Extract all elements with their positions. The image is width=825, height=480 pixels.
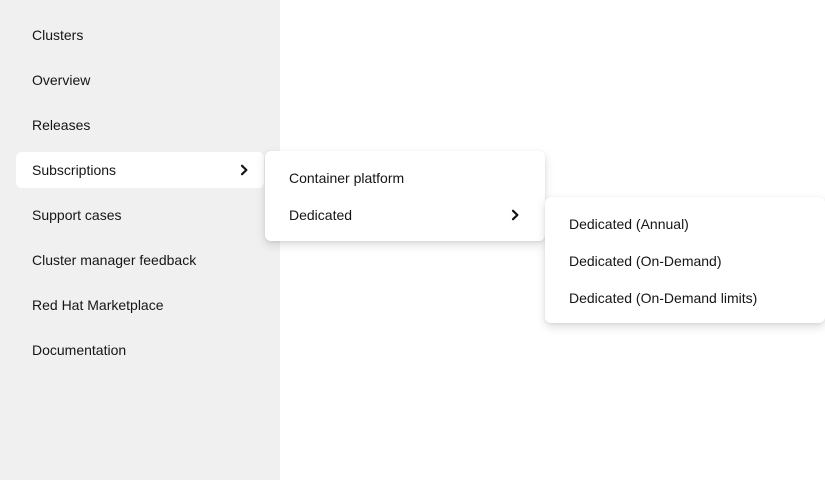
sidebar-item-documentation[interactable]: Documentation (16, 332, 264, 368)
flyout-item-label: Dedicated (On-Demand) (569, 252, 722, 269)
sidebar-item-releases[interactable]: Releases (16, 107, 264, 143)
sidebar-item-label: Documentation (32, 342, 127, 358)
sidebar-item-label: Releases (32, 117, 91, 133)
sidebar-item-subscriptions[interactable]: Subscriptions (16, 152, 264, 188)
sidebar-item-cluster-manager-feedback[interactable]: Cluster manager feedback (16, 242, 264, 278)
sidebar-item-clusters[interactable]: Clusters (16, 17, 264, 53)
flyout-item-dedicated-on-demand[interactable]: Dedicated (On-Demand) (545, 242, 825, 279)
flyout-item-dedicated-on-demand-limits[interactable]: Dedicated (On-Demand limits) (545, 279, 825, 316)
chevron-right-icon (240, 164, 248, 176)
submenu-item-label: Dedicated (289, 206, 353, 223)
sidebar-item-label: Clusters (32, 27, 84, 43)
subscriptions-submenu: Container platform Dedicated (265, 151, 545, 241)
submenu-item-container-platform[interactable]: Container platform (265, 159, 545, 196)
dedicated-flyout-menu: Dedicated (Annual) Dedicated (On-Demand)… (545, 197, 825, 323)
sidebar-item-label: Cluster manager feedback (32, 252, 197, 268)
sidebar-item-label: Subscriptions (32, 162, 117, 178)
flyout-item-dedicated-annual[interactable]: Dedicated (Annual) (545, 205, 825, 242)
app-window: Clusters Overview Releases Subscriptions… (0, 0, 825, 480)
sidebar: Clusters Overview Releases Subscriptions… (0, 0, 280, 480)
sidebar-item-red-hat-marketplace[interactable]: Red Hat Marketplace (16, 287, 264, 323)
sidebar-item-label: Red Hat Marketplace (32, 297, 164, 313)
submenu-item-label: Container platform (289, 169, 405, 186)
sidebar-item-overview[interactable]: Overview (16, 62, 264, 98)
sidebar-item-label: Support cases (32, 207, 122, 223)
chevron-right-icon (511, 209, 519, 220)
sidebar-item-support-cases[interactable]: Support cases (16, 197, 264, 233)
sidebar-nav: Clusters Overview Releases Subscriptions… (16, 17, 264, 377)
flyout-item-label: Dedicated (Annual) (569, 215, 689, 232)
flyout-item-label: Dedicated (On-Demand limits) (569, 289, 758, 306)
sidebar-item-label: Overview (32, 72, 91, 88)
submenu-item-dedicated[interactable]: Dedicated (265, 196, 545, 233)
